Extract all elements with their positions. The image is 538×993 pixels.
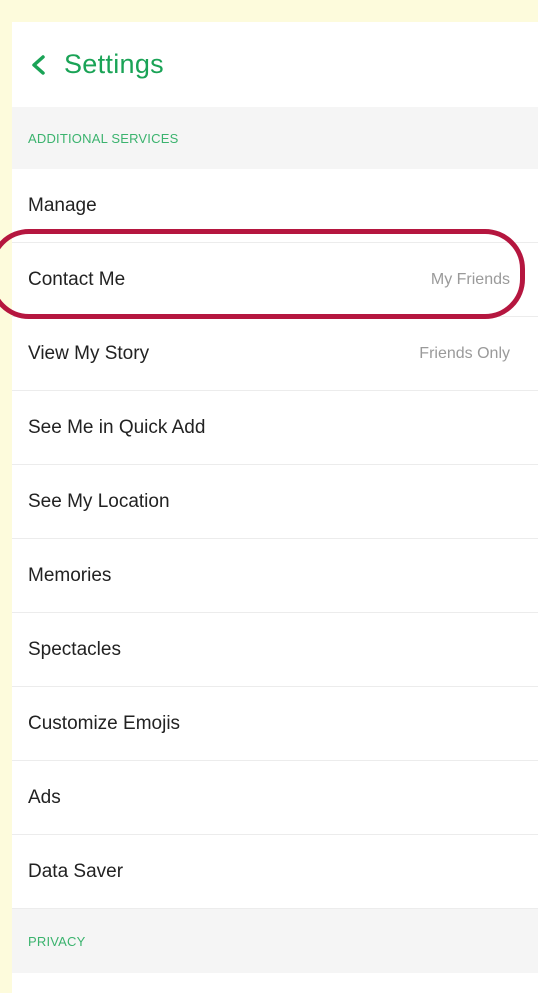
settings-item-label: Customize Emojis [28, 712, 181, 734]
settings-item-label: See Me in Quick Add [28, 416, 206, 438]
settings-item-see-me-in-quick-add[interactable]: See Me in Quick Add [12, 391, 538, 465]
settings-item-data-saver[interactable]: Data Saver [12, 835, 538, 909]
settings-item-manage[interactable]: Manage [12, 169, 538, 243]
settings-item-label: Contact Me [28, 268, 126, 290]
settings-item-view-my-story[interactable]: View My Story Friends Only [12, 317, 538, 391]
settings-item-label: Spectacles [28, 638, 121, 660]
settings-item-memories[interactable]: Memories [12, 539, 538, 613]
settings-item-spectacles[interactable]: Spectacles [12, 613, 538, 687]
page-title: Settings [64, 49, 164, 79]
settings-item-see-my-location[interactable]: See My Location [12, 465, 538, 539]
settings-item-label: Data Saver [28, 860, 124, 882]
settings-item-ads[interactable]: Ads [12, 761, 538, 835]
settings-item-customize-emojis[interactable]: Customize Emojis [12, 687, 538, 761]
chevron-left-icon [28, 54, 50, 76]
settings-item-label: View My Story [28, 342, 150, 364]
settings-item-label: Ads [28, 786, 61, 808]
settings-item-label: Manage [28, 194, 97, 216]
settings-item-contact-me[interactable]: Contact Me My Friends [12, 243, 538, 317]
back-button[interactable]: Settings [28, 49, 164, 80]
section-header-privacy: PRIVACY [12, 909, 538, 973]
section-header-additional-services: ADDITIONAL SERVICES [12, 107, 538, 169]
settings-header: Settings [12, 22, 538, 107]
settings-item-label: See My Location [28, 490, 170, 512]
settings-screen: Settings ADDITIONAL SERVICES Manage Cont… [12, 22, 538, 993]
settings-item-value: Friends Only [419, 344, 510, 362]
settings-item-value: My Friends [430, 270, 510, 288]
settings-item-label: Memories [28, 564, 112, 586]
